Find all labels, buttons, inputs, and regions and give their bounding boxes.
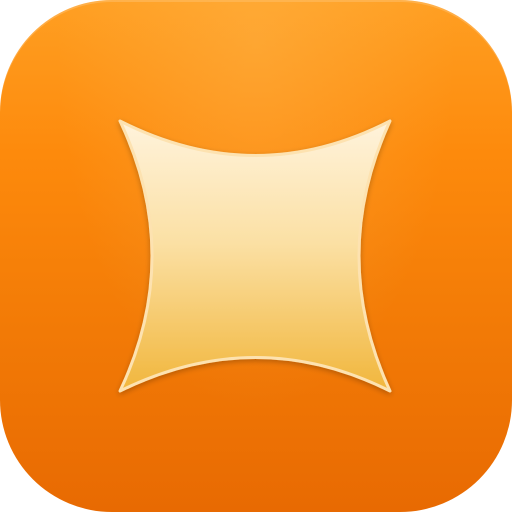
app-icon[interactable]: [0, 0, 512, 512]
sparkle-shape: [118, 119, 392, 393]
sparkle-star-icon: [118, 119, 392, 393]
canvas: [0, 0, 512, 512]
